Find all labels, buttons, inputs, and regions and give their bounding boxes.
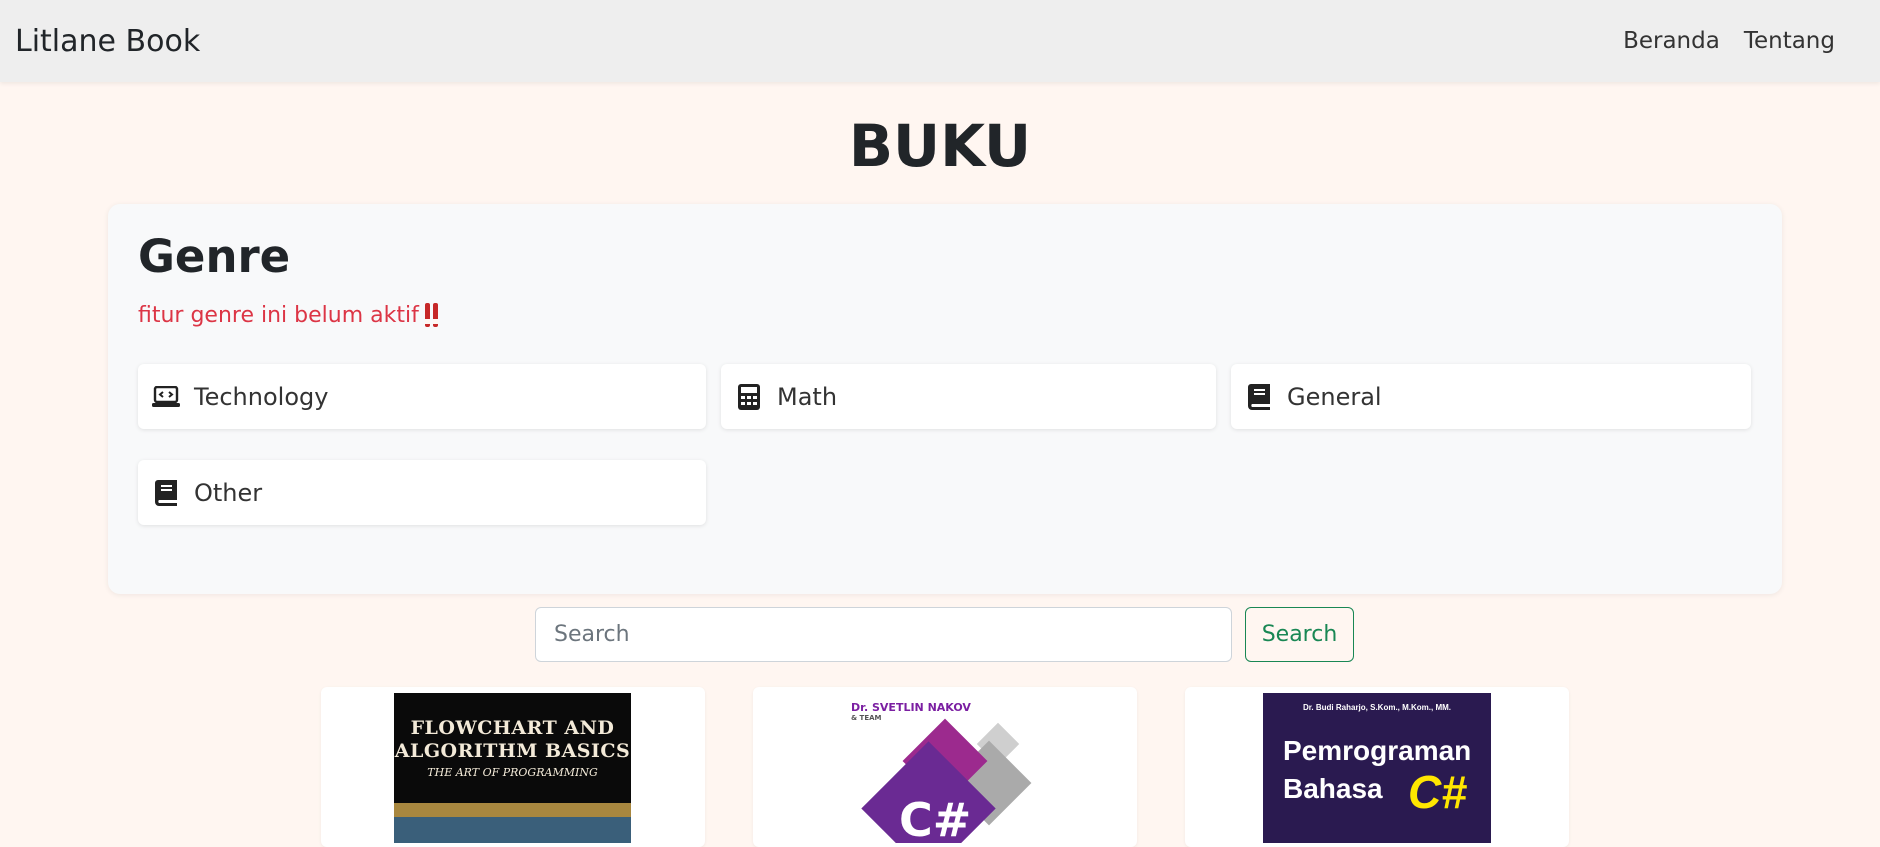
- book-card[interactable]: Dr. SVETLIN NAKOV & TEAM C#: [753, 687, 1137, 847]
- genre-item-general[interactable]: General: [1231, 364, 1751, 429]
- cover-team: & TEAM: [851, 714, 882, 722]
- nav-link-tentang[interactable]: Tentang: [1744, 28, 1835, 54]
- cover-title-line: Flowchart and: [410, 717, 615, 739]
- calculator-icon: [735, 383, 763, 410]
- cover-title-line: Algorithm Basics: [394, 740, 631, 762]
- book-cover-image: Flowchart and Algorithm Basics The Art o…: [394, 693, 631, 843]
- book-cover-image: Dr. Budi Raharjo, S.Kom., M.Kom., MM. Pe…: [1263, 693, 1491, 843]
- laptop-code-icon: [152, 384, 180, 410]
- genre-item-label: Math: [777, 382, 838, 411]
- genre-note-text: fitur genre ini belum aktif: [138, 302, 419, 328]
- cover-title: C#: [899, 793, 972, 843]
- genre-title: Genre: [138, 230, 291, 283]
- book-icon: [152, 479, 180, 506]
- genre-item-label: Other: [194, 478, 263, 507]
- genre-item-math[interactable]: Math: [721, 364, 1216, 429]
- genre-item-technology[interactable]: Technology: [138, 364, 706, 429]
- page-title: BUKU: [848, 112, 1032, 180]
- search-bar: Search: [535, 607, 1354, 662]
- book-icon: [1245, 383, 1273, 410]
- search-input[interactable]: [535, 607, 1232, 662]
- brand-logo[interactable]: Litlane Book: [15, 24, 200, 59]
- navbar: Litlane Book Beranda Tentang: [0, 0, 1880, 82]
- cover-title-line: Pemrograman: [1283, 735, 1472, 766]
- book-card[interactable]: Flowchart and Algorithm Basics The Art o…: [321, 687, 705, 847]
- nav-link-beranda[interactable]: Beranda: [1623, 28, 1720, 54]
- search-button[interactable]: Search: [1245, 607, 1354, 662]
- book-cover-image: Dr. SVETLIN NAKOV & TEAM C#: [841, 693, 1051, 843]
- genre-item-label: General: [1287, 382, 1382, 411]
- cover-band: [394, 803, 631, 817]
- genre-item-other[interactable]: Other: [138, 460, 706, 525]
- genre-inactive-note: fitur genre ini belum aktif: [138, 300, 1752, 330]
- nav-links: Beranda Tentang: [1623, 28, 1865, 54]
- genre-item-label: Technology: [194, 382, 329, 411]
- cover-title-accent: C#: [1408, 766, 1467, 818]
- cover-subtitle: The Art of Programming: [427, 766, 598, 779]
- cover-author: Dr. Budi Raharjo, S.Kom., M.Kom., MM.: [1302, 703, 1451, 712]
- cover-title-line: Bahasa: [1283, 773, 1383, 804]
- double-exclamation-icon: [424, 303, 438, 327]
- cover-author: Dr. SVETLIN NAKOV: [851, 701, 971, 714]
- book-card[interactable]: Dr. Budi Raharjo, S.Kom., M.Kom., MM. Pe…: [1185, 687, 1569, 847]
- cover-artwork: [394, 817, 631, 843]
